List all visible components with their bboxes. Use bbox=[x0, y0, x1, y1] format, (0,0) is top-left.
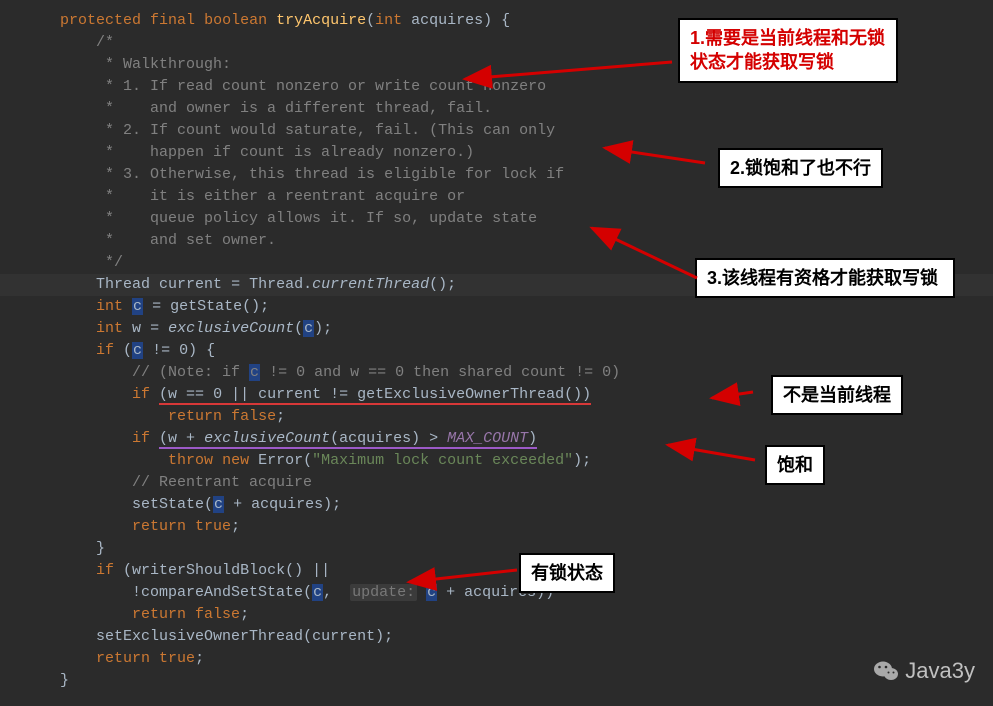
annotation-1: 1.需要是当前线程和无锁状态才能获取写锁 bbox=[678, 18, 898, 83]
annotation-6: 有锁状态 bbox=[519, 553, 615, 593]
annotation-2: 2.锁饱和了也不行 bbox=[718, 148, 883, 188]
watermark-text: Java3y bbox=[905, 660, 975, 682]
annotation-4: 不是当前线程 bbox=[771, 375, 903, 415]
code-editor: protected final boolean tryAcquire(int a… bbox=[0, 0, 993, 702]
annotation-5: 饱和 bbox=[765, 445, 825, 485]
wechat-icon bbox=[873, 660, 899, 682]
annotation-3: 3.该线程有资格才能获取写锁 bbox=[695, 258, 955, 298]
watermark: Java3y bbox=[873, 660, 975, 682]
